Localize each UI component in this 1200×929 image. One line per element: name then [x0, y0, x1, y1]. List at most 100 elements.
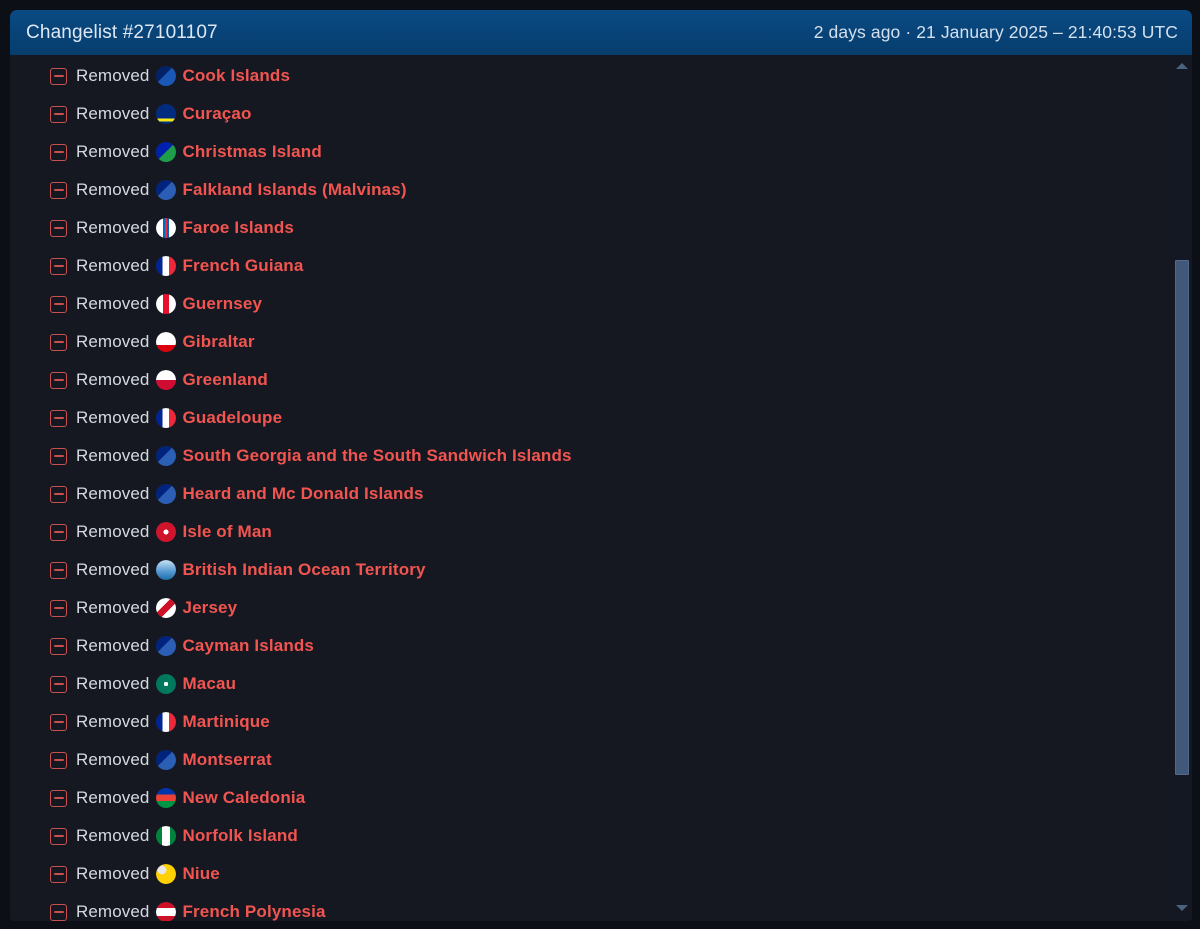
minus-square-icon [50, 485, 67, 503]
changelist-row[interactable]: Removed Norfolk Island [10, 817, 1192, 855]
changelist-title: Changelist #27101107 [26, 21, 218, 43]
row-action-label: Removed [76, 446, 150, 465]
changelist-row[interactable]: Removed French Polynesia [10, 893, 1192, 921]
row-action-label: Removed [76, 370, 150, 389]
changelist-row[interactable]: Removed Macau [10, 665, 1192, 703]
flag-heard-mcdonald-islands-icon [156, 484, 177, 504]
minus-square-icon [50, 333, 67, 351]
flag-isle-of-man-icon [156, 522, 177, 542]
flag-norfolk-island-icon [156, 826, 177, 846]
flag-falkland-islands-icon [156, 180, 177, 200]
row-country-name: Guadeloupe [182, 408, 283, 427]
row-action-label: Removed [76, 560, 150, 579]
minus-square-icon [50, 295, 67, 313]
flag-greenland-icon [156, 370, 177, 390]
minus-square-icon [50, 865, 67, 883]
flag-martinique-icon [156, 712, 177, 732]
minus-square-icon [50, 675, 67, 693]
changelist-row[interactable]: Removed Guadeloupe [10, 399, 1192, 437]
minus-square-icon [50, 751, 67, 769]
minus-square-icon [50, 143, 67, 161]
minus-square-icon [50, 903, 67, 921]
flag-niue-icon [156, 864, 177, 884]
row-country-name: Gibraltar [182, 332, 255, 351]
changelist-row[interactable]: Removed Curaçao [10, 95, 1192, 133]
minus-square-icon [50, 219, 67, 237]
row-action-label: Removed [76, 902, 150, 921]
minus-square-icon [50, 523, 67, 541]
row-action-label: Removed [76, 674, 150, 693]
scroll-down-arrow-icon[interactable] [1172, 899, 1192, 917]
changelist-window: Changelist #27101107 2 days ago · 21 Jan… [0, 0, 1200, 929]
changelist-row[interactable]: Removed Greenland [10, 361, 1192, 399]
row-country-name: Curaçao [182, 104, 252, 123]
row-country-name: Macau [182, 674, 237, 693]
changelist-panel: Changelist #27101107 2 days ago · 21 Jan… [10, 10, 1192, 921]
changelist-row[interactable]: Removed Faroe Islands [10, 209, 1192, 247]
changelist-row[interactable]: Removed Niue [10, 855, 1192, 893]
changelist-row[interactable]: Removed New Caledonia [10, 779, 1192, 817]
scroll-up-arrow-icon[interactable] [1172, 57, 1192, 75]
row-country-name: Niue [182, 864, 220, 883]
vertical-scrollbar[interactable] [1172, 55, 1192, 921]
flag-guernsey-icon [156, 294, 177, 314]
row-action-label: Removed [76, 788, 150, 807]
changelist-row[interactable]: Removed Montserrat [10, 741, 1192, 779]
row-action-label: Removed [76, 332, 150, 351]
changelist-row[interactable]: Removed Christmas Island [10, 133, 1192, 171]
minus-square-icon [50, 713, 67, 731]
row-action-label: Removed [76, 864, 150, 883]
row-country-name: Cook Islands [182, 66, 291, 85]
row-action-label: Removed [76, 712, 150, 731]
changelist-row[interactable]: Removed Cayman Islands [10, 627, 1192, 665]
row-country-name: Jersey [182, 598, 238, 617]
row-action-label: Removed [76, 218, 150, 237]
scrollbar-thumb[interactable] [1175, 260, 1189, 775]
changelist-row[interactable]: Removed Isle of Man [10, 513, 1192, 551]
flag-south-georgia-icon [156, 446, 177, 466]
flag-montserrat-icon [156, 750, 177, 770]
row-country-name: Montserrat [182, 750, 272, 769]
changelist-row[interactable]: Removed Guernsey [10, 285, 1192, 323]
row-action-label: Removed [76, 104, 150, 123]
row-country-name: Heard and Mc Donald Islands [182, 484, 424, 503]
row-action-label: Removed [76, 598, 150, 617]
changelist-row[interactable]: Removed Heard and Mc Donald Islands [10, 475, 1192, 513]
minus-square-icon [50, 561, 67, 579]
row-action-label: Removed [76, 142, 150, 161]
row-country-name: Norfolk Island [182, 826, 298, 845]
changelist-row[interactable]: Removed South Georgia and the South Sandw… [10, 437, 1192, 475]
row-country-name: French Polynesia [182, 902, 326, 921]
minus-square-icon [50, 181, 67, 199]
flag-french-polynesia-icon [156, 902, 177, 921]
changelist-row[interactable]: Removed Falkland Islands (Malvinas) [10, 171, 1192, 209]
changelist-row[interactable]: Removed Gibraltar [10, 323, 1192, 361]
row-country-name: Cayman Islands [182, 636, 315, 655]
row-action-label: Removed [76, 180, 150, 199]
row-action-label: Removed [76, 750, 150, 769]
flag-cook-islands-icon [156, 66, 177, 86]
row-country-name: Christmas Island [182, 142, 322, 161]
row-country-name: British Indian Ocean Territory [182, 560, 426, 579]
changelist-row[interactable]: Removed Jersey [10, 589, 1192, 627]
row-country-name: Falkland Islands (Malvinas) [182, 180, 407, 199]
changelist-row[interactable]: Removed Martinique [10, 703, 1192, 741]
flag-macau-icon [156, 674, 177, 694]
row-country-name: Isle of Man [182, 522, 272, 541]
changelist-row[interactable]: Removed French Guiana [10, 247, 1192, 285]
flag-french-guiana-icon [156, 256, 177, 276]
flag-british-indian-ocean-territory-icon [156, 560, 177, 580]
flag-curacao-icon [156, 104, 177, 124]
row-action-label: Removed [76, 408, 150, 427]
row-action-label: Removed [76, 256, 150, 275]
changelist-row[interactable]: Removed British Indian Ocean Territory [10, 551, 1192, 589]
row-action-label: Removed [76, 826, 150, 845]
flag-cayman-islands-icon [156, 636, 177, 656]
minus-square-icon [50, 447, 67, 465]
changelist-timestamp: 2 days ago · 21 January 2025 – 21:40:53 … [813, 22, 1178, 42]
minus-square-icon [50, 371, 67, 389]
row-action-label: Removed [76, 484, 150, 503]
row-country-name: French Guiana [182, 256, 304, 275]
changelist-row[interactable]: Removed Cook Islands [10, 57, 1192, 95]
flag-christmas-island-icon [156, 142, 177, 162]
